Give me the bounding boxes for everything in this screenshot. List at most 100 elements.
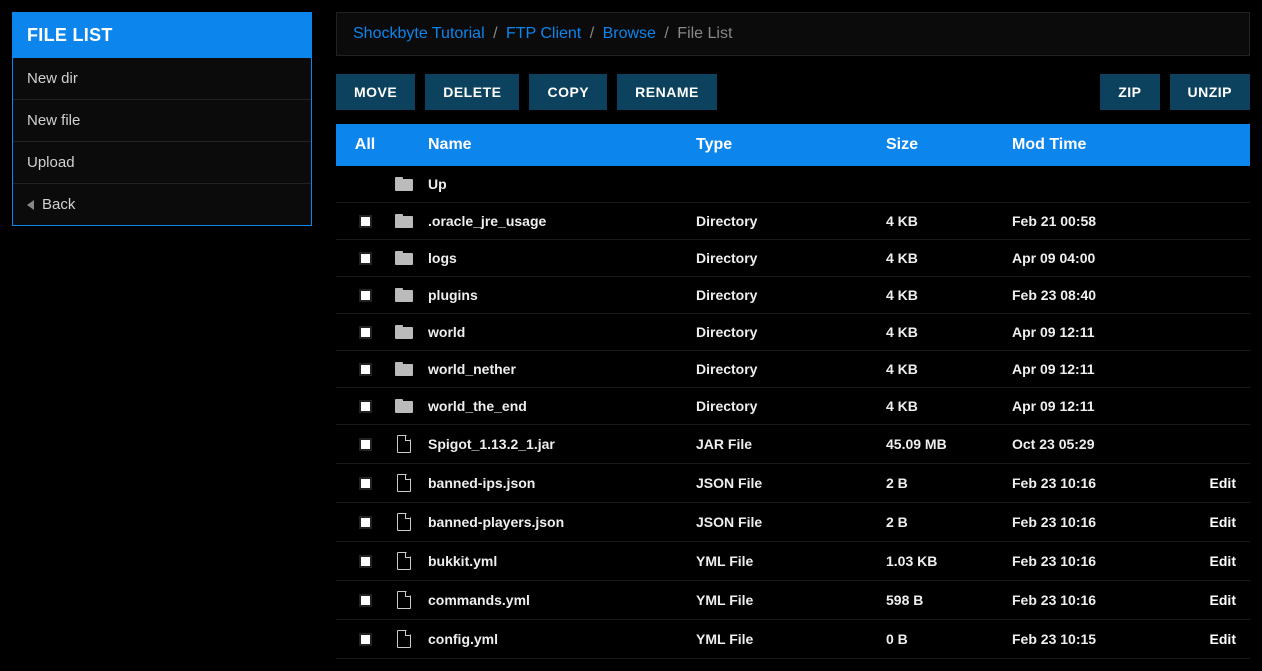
toolbar: MOVE DELETE COPY RENAME ZIP UNZIP xyxy=(336,74,1250,110)
sidebar-title: FILE LIST xyxy=(13,13,311,58)
cell-type: YML File xyxy=(696,553,886,569)
cell-size: 4 KB xyxy=(886,287,1012,303)
file-icon xyxy=(397,552,411,570)
cell-size: 4 KB xyxy=(886,250,1012,266)
cell-name[interactable]: config.yml xyxy=(422,631,696,647)
header-size[interactable]: Size xyxy=(886,136,1012,154)
row-checkbox[interactable] xyxy=(359,363,372,376)
breadcrumb-current: File List xyxy=(677,25,732,42)
row-checkbox[interactable] xyxy=(359,252,372,265)
file-icon xyxy=(397,591,411,609)
sidebar-item-new-dir[interactable]: New dir xyxy=(13,58,311,100)
table-row[interactable]: worldDirectory4 KBApr 09 12:11 xyxy=(336,314,1250,351)
cell-name[interactable]: banned-players.json xyxy=(422,514,696,530)
cell-type: JAR File xyxy=(696,436,886,452)
row-checkbox[interactable] xyxy=(359,400,372,413)
up-label[interactable]: Up xyxy=(422,176,696,192)
row-up[interactable]: Up xyxy=(336,166,1250,203)
table-row[interactable]: logsDirectory4 KBApr 09 04:00 xyxy=(336,240,1250,277)
file-icon xyxy=(397,435,411,453)
breadcrumb-separator: / xyxy=(585,25,598,42)
table-row[interactable]: bukkit.ymlYML File1.03 KBFeb 23 10:16 Edi… xyxy=(336,542,1250,581)
cell-name[interactable]: logs xyxy=(422,250,696,266)
sidebar-item-label: New dir xyxy=(27,70,78,87)
cell-mod-time: Feb 23 10:16 xyxy=(1012,553,1192,569)
table-row[interactable]: world_the_endDirectory4 KBApr 09 12:11 xyxy=(336,388,1250,425)
copy-button[interactable]: COPY xyxy=(529,74,607,110)
file-icon xyxy=(397,513,411,531)
header-mod-time[interactable]: Mod Time xyxy=(1012,136,1192,154)
folder-icon xyxy=(395,399,413,413)
file-icon xyxy=(397,474,411,492)
table-row[interactable]: banned-ips.jsonJSON File2 BFeb 23 10:16E… xyxy=(336,464,1250,503)
cell-size: 2 B xyxy=(886,514,1012,530)
cell-type: JSON File xyxy=(696,475,886,491)
cell-name[interactable]: .oracle_jre_usage xyxy=(422,213,696,229)
sidebar-item-back[interactable]: Back xyxy=(13,184,311,225)
row-checkbox[interactable] xyxy=(359,594,372,607)
sidebar-item-label: Back xyxy=(42,196,75,213)
move-button[interactable]: MOVE xyxy=(336,74,415,110)
unzip-button[interactable]: UNZIP xyxy=(1170,74,1251,110)
row-checkbox[interactable] xyxy=(359,633,372,646)
row-checkbox[interactable] xyxy=(359,215,372,228)
zip-button[interactable]: ZIP xyxy=(1100,74,1159,110)
table-row[interactable]: .oracle_jre_usageDirectory4 KBFeb 21 00:… xyxy=(336,203,1250,240)
edit-link[interactable]: Edit xyxy=(1210,631,1236,647)
row-checkbox[interactable] xyxy=(359,477,372,490)
breadcrumb-link[interactable]: Browse xyxy=(603,25,656,42)
edit-link[interactable]: Edit xyxy=(1210,514,1236,530)
folder-icon xyxy=(395,325,413,339)
row-checkbox[interactable] xyxy=(359,289,372,302)
header-name[interactable]: Name xyxy=(422,136,696,154)
row-checkbox[interactable] xyxy=(359,516,372,529)
cell-type: YML File xyxy=(696,592,886,608)
sidebar-item-upload[interactable]: Upload xyxy=(13,142,311,184)
sidebar-panel: FILE LIST New dir New file Upload Back xyxy=(12,12,312,226)
table-row[interactable]: pluginsDirectory4 KBFeb 23 08:40 xyxy=(336,277,1250,314)
header-all[interactable]: All xyxy=(344,136,386,154)
rename-button[interactable]: RENAME xyxy=(617,74,717,110)
edit-link[interactable]: Edit xyxy=(1210,475,1236,491)
cell-name[interactable]: bukkit.yml xyxy=(422,553,696,569)
breadcrumb: Shockbyte Tutorial / FTP Client / Browse… xyxy=(336,12,1250,56)
cell-type: Directory xyxy=(696,398,886,414)
cell-size: 1.03 KB xyxy=(886,553,1012,569)
arrow-left-icon xyxy=(27,200,34,210)
row-checkbox[interactable] xyxy=(359,438,372,451)
table-row[interactable]: config.ymlYML File0 BFeb 23 10:15Edit xyxy=(336,620,1250,659)
table-row[interactable]: world_netherDirectory4 KBApr 09 12:11 xyxy=(336,351,1250,388)
table-row[interactable]: banned-players.jsonJSON File2 BFeb 23 10… xyxy=(336,503,1250,542)
breadcrumb-link[interactable]: Shockbyte Tutorial xyxy=(353,25,485,42)
cell-name[interactable]: world_nether xyxy=(422,361,696,377)
cell-name[interactable]: plugins xyxy=(422,287,696,303)
cell-mod-time: Feb 21 00:58 xyxy=(1012,213,1192,229)
sidebar-item-new-file[interactable]: New file xyxy=(13,100,311,142)
sidebar-item-label: Upload xyxy=(27,154,75,171)
folder-icon xyxy=(395,362,413,376)
cell-size: 45.09 MB xyxy=(886,436,1012,452)
breadcrumb-link[interactable]: FTP Client xyxy=(506,25,581,42)
cell-mod-time: Apr 09 12:11 xyxy=(1012,361,1192,377)
folder-icon xyxy=(395,214,413,228)
delete-button[interactable]: DELETE xyxy=(425,74,519,110)
cell-name[interactable]: Spigot_1.13.2_1.jar xyxy=(422,436,696,452)
cell-type: YML File xyxy=(696,631,886,647)
cell-name[interactable]: banned-ips.json xyxy=(422,475,696,491)
cell-type: JSON File xyxy=(696,514,886,530)
cell-name[interactable]: world xyxy=(422,324,696,340)
header-type[interactable]: Type xyxy=(696,136,886,154)
file-icon xyxy=(397,630,411,648)
cell-name[interactable]: world_the_end xyxy=(422,398,696,414)
table-row[interactable]: commands.ymlYML File598 BFeb 23 10:16Edi… xyxy=(336,581,1250,620)
row-checkbox[interactable] xyxy=(359,555,372,568)
cell-type: Directory xyxy=(696,324,886,340)
row-checkbox[interactable] xyxy=(359,326,372,339)
table-row[interactable]: Spigot_1.13.2_1.jarJAR File45.09 MBOct 2… xyxy=(336,425,1250,464)
cell-name[interactable]: commands.yml xyxy=(422,592,696,608)
edit-link[interactable]: Edit xyxy=(1210,553,1236,569)
cell-size: 4 KB xyxy=(886,398,1012,414)
edit-link[interactable]: Edit xyxy=(1210,592,1236,608)
cell-mod-time: Feb 23 10:16 xyxy=(1012,475,1192,491)
sidebar-item-label: New file xyxy=(27,112,80,129)
